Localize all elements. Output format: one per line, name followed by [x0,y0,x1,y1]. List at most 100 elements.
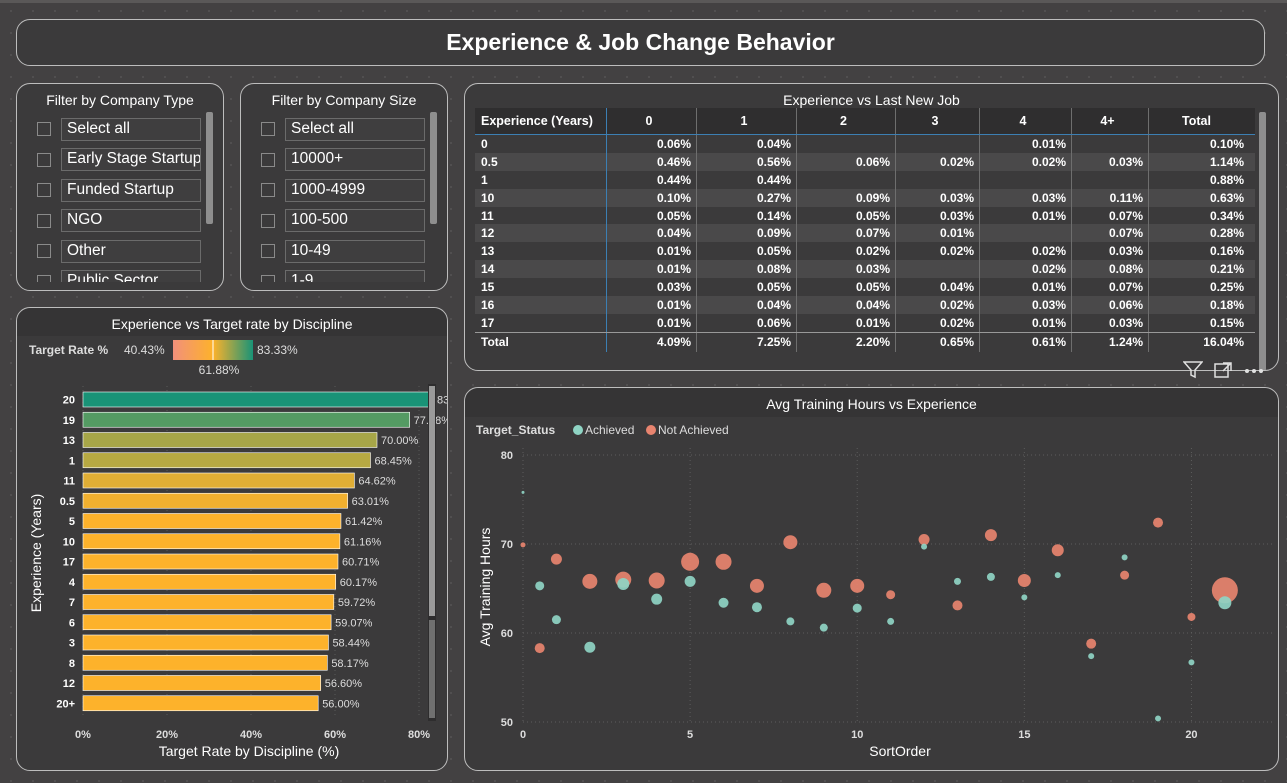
not-achieved-point[interactable] [850,578,865,593]
achieved-point[interactable] [1155,715,1162,722]
matrix-row[interactable]: 0 0.06% 0.04% 0.01% 0.10% [475,135,1255,153]
slicer-company-size-list[interactable]: Select all 10000+ 1000-4999 100-500 10-4… [253,114,437,282]
not-achieved-point[interactable] [534,643,545,654]
bar[interactable] [82,533,341,550]
bar[interactable] [82,472,355,489]
more-options-icon[interactable] [1243,361,1265,379]
matrix-row[interactable]: 0.5 0.46% 0.56% 0.06% 0.02% 0.02% 0.03% 1.14% [475,152,1255,171]
checkbox[interactable] [37,213,51,228]
checkbox[interactable] [37,244,51,259]
achieved-point[interactable] [617,578,630,591]
achieved-point[interactable] [887,617,895,625]
slicer-item-label[interactable]: 10000+ [285,148,425,172]
not-achieved-point[interactable] [1051,544,1064,557]
achieved-point[interactable] [1218,596,1232,610]
matrix-row[interactable]: 12 0.04% 0.09% 0.07% 0.01% 0.07% 0.28% [475,224,1255,243]
achieved-point[interactable] [521,490,525,494]
not-achieved-point[interactable] [1086,638,1097,649]
slicer-item[interactable]: 1000-4999 [253,175,437,206]
matrix-table[interactable]: Experience (Years) 0 1 2 3 4 4+ Total 0 0.06% 0.0… [475,108,1255,352]
bar-chart[interactable]: Target Rate % 40.43% 83.33% 61.88% 0% 20% 40% 6… [17,308,448,771]
scrollbar-thumb-lower[interactable] [429,620,435,718]
achieved-point[interactable] [1188,659,1195,666]
achieved-point[interactable] [953,577,961,585]
slicer-item[interactable]: NGO [29,206,213,237]
slicer-item-label[interactable]: Select all [61,117,201,141]
bar[interactable] [82,492,348,509]
scrollbar-thumb[interactable] [429,386,435,616]
matrix-row[interactable]: 14 0.01% 0.08% 0.03% 0.02% 0.08% 0.21% [475,260,1255,279]
filter-icon[interactable] [1183,361,1203,379]
not-achieved-point[interactable] [749,578,764,593]
slicer-item[interactable]: 10000+ [253,145,437,176]
bar[interactable] [82,695,319,712]
achieved-point[interactable] [684,575,696,587]
slicer-item[interactable]: 1-9 [253,267,437,282]
achieved-point[interactable] [1088,653,1095,660]
matrix-row[interactable]: 11 0.05% 0.14% 0.05% 0.03% 0.01% 0.07% 0.34% [475,206,1255,225]
slicer-item-label[interactable]: 100-500 [285,209,425,233]
bar[interactable] [82,391,434,408]
not-achieved-point[interactable] [816,582,832,598]
slicer-item-label[interactable]: Select all [285,117,425,141]
matrix-row[interactable]: 17 0.01% 0.06% 0.01% 0.02% 0.01% 0.03% 0.15% [475,313,1255,332]
achieved-point[interactable] [535,581,545,591]
bar[interactable] [82,432,378,448]
slicer-item-label[interactable]: 1000-4999 [285,178,425,202]
slicer-item-label[interactable]: 1-9 [285,270,425,282]
bar[interactable] [82,573,337,590]
not-achieved-point[interactable] [952,600,963,611]
slicer-item-label[interactable]: Early Stage Startup [61,148,201,172]
checkbox[interactable] [37,122,51,137]
matrix-row[interactable]: 13 0.01% 0.05% 0.02% 0.02% 0.02% 0.03% 0.16% [475,242,1255,261]
bar[interactable] [82,614,332,631]
achieved-point[interactable] [718,597,729,608]
achieved-point[interactable] [551,615,561,625]
not-achieved-point[interactable] [715,553,732,570]
slicer-item[interactable]: Other [29,236,213,267]
checkbox[interactable] [261,244,275,259]
not-achieved-point[interactable] [984,529,997,542]
not-achieved-point[interactable] [918,534,930,546]
achieved-point[interactable] [1021,594,1028,601]
not-achieved-point[interactable] [582,573,598,589]
focus-mode-icon[interactable] [1213,361,1233,379]
scatter-chart[interactable]: Target_Status Achieved Not Achieved 0 5 10 15 2… [465,388,1279,771]
bar[interactable] [82,513,342,529]
not-achieved-point[interactable] [681,552,700,571]
not-achieved-point[interactable] [886,590,896,600]
scrollbar[interactable] [1259,112,1266,370]
bar[interactable] [82,594,335,610]
achieved-point[interactable] [584,641,596,653]
matrix-row[interactable]: 16 0.01% 0.04% 0.04% 0.02% 0.03% 0.06% 0.18% [475,296,1255,314]
bar[interactable] [82,634,329,651]
slicer-item[interactable]: Select all [29,114,213,145]
bar[interactable] [82,411,410,428]
checkbox[interactable] [261,274,275,282]
achieved-point[interactable] [1121,554,1128,561]
slicer-item-label[interactable]: 10-49 [285,239,425,263]
achieved-point[interactable] [921,543,928,550]
slicer-item[interactable]: Select all [253,114,437,145]
slicer-item-label[interactable]: Public Sector [61,270,201,282]
checkbox[interactable] [261,213,275,228]
not-achieved-point[interactable] [1153,517,1164,528]
slicer-item[interactable]: Funded Startup [29,175,213,206]
checkbox[interactable] [37,274,51,282]
checkbox[interactable] [261,183,275,198]
achieved-point[interactable] [786,617,795,626]
slicer-item-label[interactable]: Other [61,239,201,263]
achieved-point[interactable] [819,623,828,632]
achieved-point[interactable] [986,572,995,581]
not-achieved-point[interactable] [1120,570,1130,580]
scrollbar[interactable] [430,112,437,224]
achieved-point[interactable] [651,593,663,605]
checkbox[interactable] [37,152,51,167]
matrix-row[interactable]: 15 0.03% 0.05% 0.05% 0.04% 0.01% 0.07% 0.25% [475,278,1255,297]
bar[interactable] [82,654,328,671]
checkbox[interactable] [261,122,275,137]
slicer-item[interactable]: 10-49 [253,236,437,267]
not-achieved-point[interactable] [648,572,665,589]
bar[interactable] [82,675,322,691]
not-achieved-point[interactable] [783,535,798,550]
